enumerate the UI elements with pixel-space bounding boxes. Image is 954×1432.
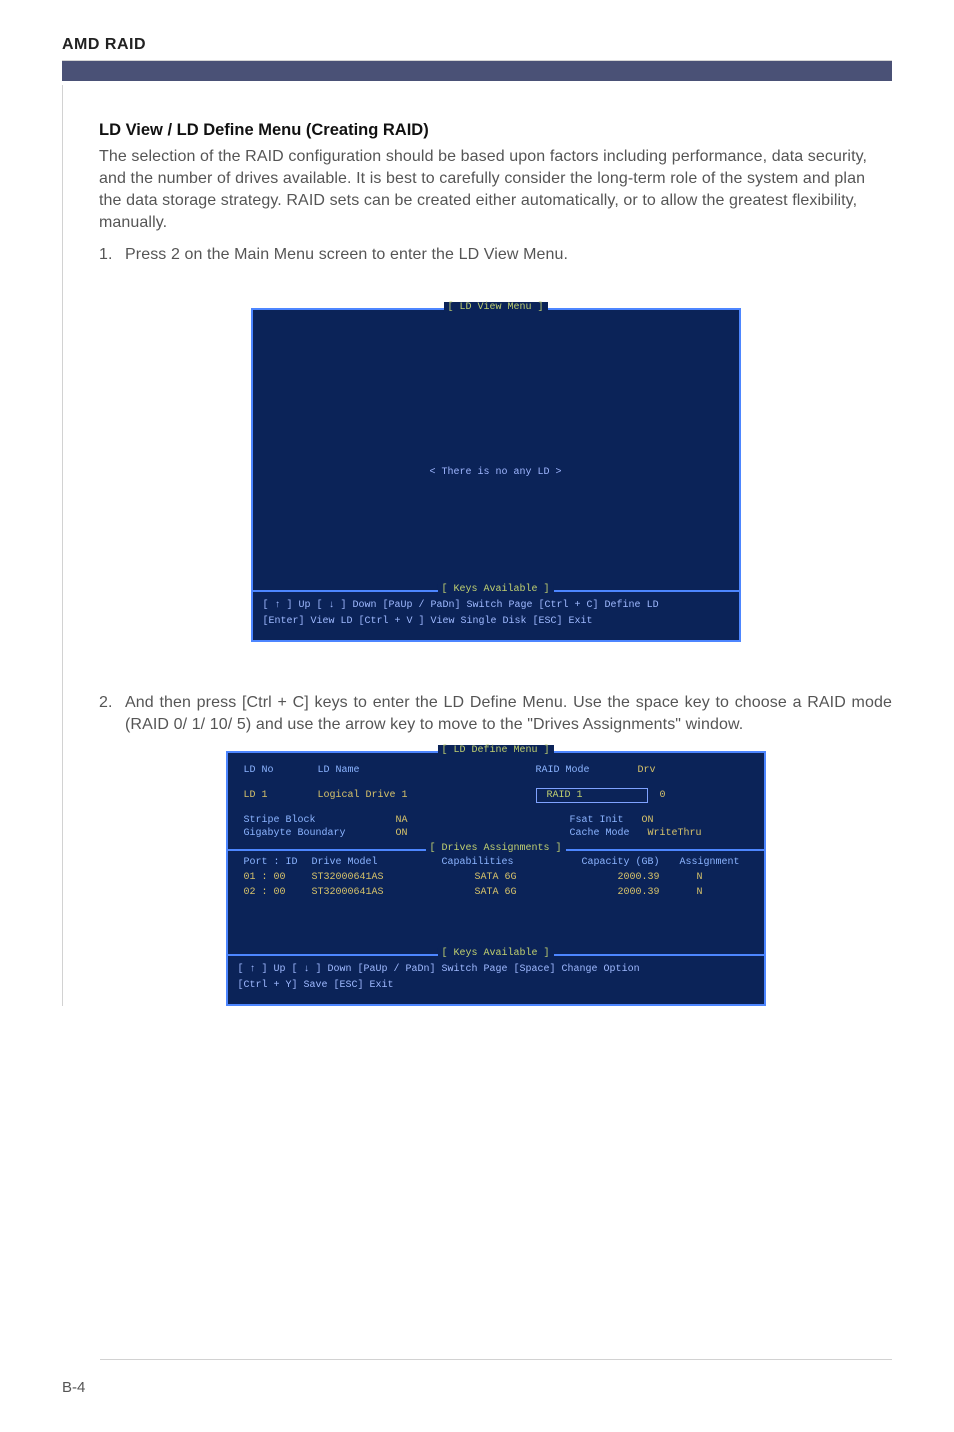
- ld-define-keys-line1: [ ↑ ] Up [ ↓ ] Down [PaUp / PaDn] Switch…: [238, 962, 754, 978]
- drives-assignments: [ Drives Assignments ] Port : ID Drive M…: [226, 849, 766, 956]
- cache-label: Cache Mode: [570, 828, 630, 839]
- drive-row-1[interactable]: 01 : 00 ST32000641AS SATA 6G 2000.39 N: [244, 872, 748, 883]
- ld-view-keys-line1: [ ↑ ] Up [ ↓ ] Down [PaUp / PaDn] Switch…: [263, 598, 729, 614]
- section-title: LD View / LD Define Menu (Creating RAID): [99, 121, 892, 140]
- section-intro: The selection of the RAID configuration …: [99, 146, 892, 234]
- hdr-ldname: LD Name: [318, 765, 478, 776]
- ld-define-keys: [ Keys Available ] [ ↑ ] Up [ ↓ ] Down […: [226, 954, 766, 1006]
- drive-row-2[interactable]: 02 : 00 ST32000641AS SATA 6G 2000.39 N: [244, 887, 748, 898]
- ld-view-keys-title: [ Keys Available ]: [437, 584, 553, 595]
- fsat-label: Fsat Init: [570, 815, 624, 826]
- hdr-raidmode: RAID Mode: [536, 765, 626, 776]
- dh-capgb: Capacity (GB): [550, 857, 660, 868]
- ld-view-keys-line2: [Enter] View LD [Ctrl + V ] View Single …: [263, 614, 729, 630]
- step-1-text: Press 2 on the Main Menu screen to enter…: [125, 244, 892, 266]
- row-name: Logical Drive 1: [318, 790, 478, 801]
- step-2-num: 2.: [99, 692, 125, 736]
- d1-assign: N: [660, 872, 748, 883]
- row-mode-select[interactable]: RAID 1: [536, 788, 648, 803]
- hdr-ldno: LD No: [244, 765, 306, 776]
- drives-title: [ Drives Assignments ]: [425, 843, 565, 854]
- d1-model: ST32000641AS: [312, 872, 442, 883]
- ld-define-keys-title: [ Keys Available ]: [437, 948, 553, 959]
- step-2-text: And then press [Ctrl + C] keys to enter …: [125, 692, 892, 736]
- stripe-value: NA: [396, 815, 476, 826]
- d2-gb: 2000.39: [550, 887, 660, 898]
- d2-port: 02 : 00: [244, 887, 312, 898]
- footer-rule: [100, 1359, 892, 1360]
- fsat-value: ON: [642, 815, 654, 826]
- d1-port: 01 : 00: [244, 872, 312, 883]
- ld-define-figure: [ LD Define Menu ] LD No LD Name RAID Mo…: [226, 751, 766, 1006]
- dh-model: Drive Model: [312, 857, 442, 868]
- dh-cap: Capabilities: [442, 857, 550, 868]
- cache-value: WriteThru: [648, 828, 702, 839]
- ld-view-title: [ LD View Menu ]: [443, 302, 547, 313]
- stripe-label: Stripe Block: [244, 815, 384, 826]
- dh-port: Port : ID: [244, 857, 312, 868]
- ld-define-keys-line2: [Ctrl + Y] Save [ESC] Exit: [238, 978, 754, 994]
- hdr-drv: Drv: [638, 765, 656, 776]
- d2-cap: SATA 6G: [442, 887, 550, 898]
- gb-label: Gigabyte Boundary: [244, 828, 384, 839]
- ld-view-keys: [ Keys Available ] [ ↑ ] Up [ ↓ ] Down […: [251, 590, 741, 642]
- step-1: 1. Press 2 on the Main Menu screen to en…: [99, 244, 892, 266]
- header-rule: [62, 60, 892, 81]
- ld-define-top: [ LD Define Menu ] LD No LD Name RAID Mo…: [226, 751, 766, 851]
- ld-view-figure: [ LD View Menu ] < There is no any LD > …: [251, 308, 741, 642]
- d1-gb: 2000.39: [550, 872, 660, 883]
- d2-model: ST32000641AS: [312, 887, 442, 898]
- step-2: 2. And then press [Ctrl + C] keys to ent…: [99, 692, 892, 736]
- row-drv: 0: [660, 790, 666, 801]
- ld-view-empty-msg: < There is no any LD >: [253, 467, 739, 478]
- d1-cap: SATA 6G: [442, 872, 550, 883]
- ld-view-main: [ LD View Menu ] < There is no any LD >: [251, 308, 741, 592]
- page-header-title: AMD RAID: [62, 36, 892, 54]
- page-number: B-4: [62, 1379, 85, 1396]
- ld-define-title: [ LD Define Menu ]: [437, 745, 553, 756]
- gb-value: ON: [396, 828, 476, 839]
- dh-assign: Assignment: [660, 857, 748, 868]
- d2-assign: N: [660, 887, 748, 898]
- step-1-num: 1.: [99, 244, 125, 266]
- row-ld: LD 1: [244, 790, 306, 801]
